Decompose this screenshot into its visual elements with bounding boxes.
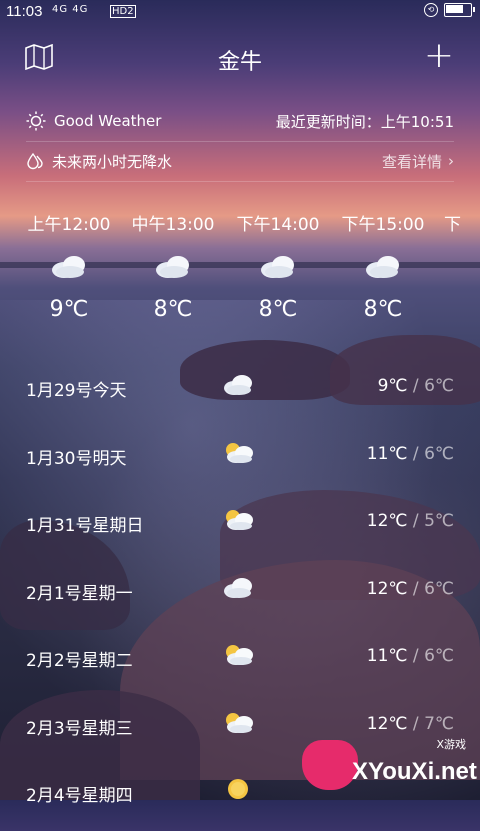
day-temp-high: 12℃ xyxy=(366,713,408,734)
day-temp-high: 11℃ xyxy=(366,646,408,666)
chevron-right-icon: › xyxy=(448,152,454,170)
day-name: 2月2号星期二 xyxy=(26,651,133,671)
partly-cloudy-icon xyxy=(226,645,253,665)
hourly-item: 下 xyxy=(440,200,480,235)
daily-row[interactable]: 2月2号星期二 11℃ / 6℃ xyxy=(26,628,454,696)
day-temp: 9℃ / 6℃ xyxy=(377,376,454,396)
day-name: 2月4号星期四 xyxy=(26,786,133,806)
view-details-link[interactable]: 查看详情 › xyxy=(382,151,454,172)
day-name: 2月3号星期三 xyxy=(26,718,133,739)
update-time: 最近更新时间：上午10:51 xyxy=(275,112,454,131)
divider xyxy=(26,181,454,182)
hour-temp: 8℃ xyxy=(258,297,298,322)
status-time: 11:03 xyxy=(6,3,43,20)
cloudy-icon xyxy=(261,256,294,278)
partly-cloudy-icon xyxy=(226,442,253,463)
day-temp: 11℃ / 6℃ xyxy=(366,646,454,666)
daily-row[interactable]: 1月29号今天 9℃ / 6℃ xyxy=(26,358,454,426)
hour-time: 上午12:00 xyxy=(27,215,111,235)
day-temp-low: 7℃ xyxy=(424,713,454,734)
gamepad-logo-icon xyxy=(302,740,358,790)
cloudy-icon xyxy=(52,256,85,278)
day-temp-low: 6℃ xyxy=(424,443,454,464)
hourly-item: 上午12:00 9℃ xyxy=(14,200,124,322)
hour-temp: 8℃ xyxy=(363,297,403,322)
rain-forecast-row[interactable]: 未来两小时无降水 查看详情 › xyxy=(26,141,454,181)
weather-status-row: Good Weather 最近更新时间：上午10:51 xyxy=(26,101,454,141)
cloudy-icon xyxy=(224,577,252,598)
daily-row[interactable]: 1月30号明天 11℃ / 6℃ xyxy=(26,426,454,494)
cloudy-icon xyxy=(224,375,252,395)
day-name: 1月29号今天 xyxy=(26,381,127,401)
day-temp: 11℃ / 6℃ xyxy=(366,443,454,464)
day-name: 1月30号明天 xyxy=(26,448,127,469)
hourly-item: 下午14:00 8℃ xyxy=(223,200,333,322)
battery-icon xyxy=(444,3,475,17)
day-temp-high: 12℃ xyxy=(366,511,408,531)
daily-row[interactable]: 1月31号星期日 12℃ / 5℃ xyxy=(26,493,454,561)
hour-time: 下午14:00 xyxy=(236,215,320,235)
day-temp: 12℃ / 7℃ xyxy=(366,713,454,734)
status-bar: 11:03 4G 4G HD2 ⟲ xyxy=(0,0,480,24)
hour-time: 中午13:00 xyxy=(131,215,215,235)
hour-temp: 8℃ xyxy=(153,297,193,322)
daily-row[interactable]: 2月1号星期一 12℃ / 6℃ xyxy=(26,561,454,629)
signal-indicator: 4G 4G xyxy=(52,4,89,15)
day-temp-high: 12℃ xyxy=(366,578,408,599)
header: 金牛 + xyxy=(0,38,480,78)
weather-quality-text: Good Weather xyxy=(54,112,162,130)
hourly-item: 中午13:00 8℃ xyxy=(118,200,228,322)
add-city-button[interactable]: + xyxy=(424,38,454,74)
sunny-icon xyxy=(228,779,248,799)
rotation-lock-icon: ⟲ xyxy=(424,3,438,17)
city-title[interactable]: 金牛 xyxy=(0,44,480,76)
view-details-label: 查看详情 xyxy=(381,152,442,171)
raindrop-icon xyxy=(27,152,43,170)
day-name: 1月31号星期日 xyxy=(26,516,144,536)
rain-forecast-text: 未来两小时无降水 xyxy=(52,152,173,171)
day-temp-low: 6℃ xyxy=(424,578,454,599)
hour-temp: 9℃ xyxy=(49,297,89,322)
hour-time: 下午15:00 xyxy=(341,215,425,235)
day-name: 2月1号星期一 xyxy=(26,583,133,604)
hour-time: 下 xyxy=(444,215,461,235)
partly-cloudy-icon xyxy=(226,712,253,733)
watermark-text: XYouXi.net xyxy=(352,758,477,785)
cloudy-icon xyxy=(366,256,399,278)
day-temp-low: 6℃ xyxy=(424,376,454,396)
day-temp-high: 11℃ xyxy=(366,443,408,464)
watermark-small-text: X游戏 xyxy=(436,738,466,751)
watermark: XYouXi.net X游戏 xyxy=(302,736,477,796)
hourly-forecast[interactable]: 上午12:00 9℃ 中午13:00 8℃ 下午14:00 8℃ 下午15:00… xyxy=(0,200,480,340)
hourly-item: 下午15:00 8℃ xyxy=(328,200,438,322)
day-temp-low: 5℃ xyxy=(424,511,454,531)
day-temp: 12℃ / 6℃ xyxy=(366,578,454,599)
day-temp-low: 6℃ xyxy=(424,646,454,666)
network-badge: HD2 xyxy=(110,5,136,18)
day-temp: 12℃ / 5℃ xyxy=(366,511,454,531)
partly-cloudy-icon xyxy=(226,510,253,530)
cloudy-icon xyxy=(156,256,189,278)
day-temp-high: 9℃ xyxy=(377,376,408,396)
sun-icon xyxy=(26,111,46,131)
